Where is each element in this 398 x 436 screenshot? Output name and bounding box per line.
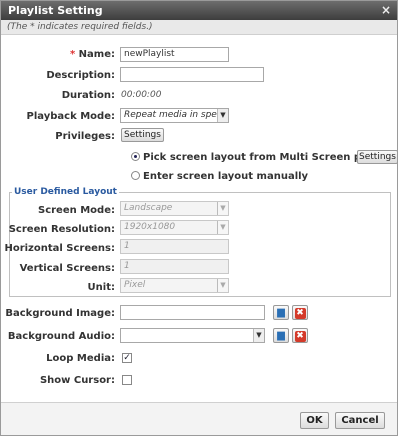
dialog-footer: OK Cancel xyxy=(1,402,397,435)
close-icon[interactable]: × xyxy=(381,3,391,17)
horizontal-screens-input: 1 xyxy=(120,239,229,254)
layout-option-multi[interactable]: Pick screen layout from Multi Screen pla… xyxy=(131,152,389,163)
loop-media-label: Loop Media: xyxy=(46,353,115,364)
show-cursor-label: Show Cursor: xyxy=(39,375,115,386)
name-input[interactable]: newPlaylist xyxy=(120,47,229,62)
delete-icon: ✖ xyxy=(294,331,306,342)
clear-image-button[interactable]: ✖ xyxy=(292,305,308,320)
screen-resolution-value: 1920x1080 xyxy=(124,222,176,232)
radio-multi-screen[interactable] xyxy=(131,152,140,161)
vertical-screens-input: 1 xyxy=(120,259,229,274)
screen-resolution-select: 1920x1080 ▼ xyxy=(120,220,229,235)
playback-mode-label: Playback Mode: xyxy=(26,111,115,122)
folder-icon: ▆ xyxy=(277,330,285,341)
show-cursor-checkbox[interactable] xyxy=(122,375,132,385)
unit-value: Pixel xyxy=(124,280,146,290)
privileges-settings-button[interactable]: Settings xyxy=(121,128,164,142)
chevron-down-icon: ▼ xyxy=(217,202,228,215)
chevron-down-icon[interactable]: ▼ xyxy=(217,109,228,122)
layout-option-manual[interactable]: Enter screen layout manually xyxy=(131,171,308,182)
dialog-title: Playlist Setting xyxy=(8,4,103,17)
playlist-setting-dialog: Playlist Setting × (The * indicates requ… xyxy=(0,0,398,436)
dialog-titlebar[interactable]: Playlist Setting × xyxy=(1,1,397,20)
description-input[interactable] xyxy=(120,67,264,82)
multi-screen-settings-button[interactable]: Settings xyxy=(357,150,398,164)
check-icon: ✓ xyxy=(123,353,131,363)
chevron-down-icon: ▼ xyxy=(217,221,228,234)
required-mark: * xyxy=(69,49,76,60)
privileges-label: Privileges: xyxy=(55,131,115,142)
name-label: * Name: xyxy=(70,49,115,60)
screen-mode-label: Screen Mode: xyxy=(38,205,115,216)
clear-audio-button[interactable]: ✖ xyxy=(292,328,308,343)
cancel-button[interactable]: Cancel xyxy=(335,412,385,429)
ok-button[interactable]: OK xyxy=(300,412,329,429)
description-label: Description: xyxy=(46,70,115,81)
name-label-text: Name: xyxy=(78,49,115,60)
screen-resolution-label: Screen Resolution: xyxy=(8,224,115,235)
background-audio-label: Background Audio: xyxy=(7,331,115,342)
layout-option-multi-label: Pick screen layout from Multi Screen pla… xyxy=(143,152,390,163)
playback-mode-value: Repeat media in speci xyxy=(124,110,225,120)
radio-manual-layout[interactable] xyxy=(131,171,140,180)
loop-media-checkbox[interactable]: ✓ xyxy=(122,353,132,363)
playback-mode-select[interactable]: Repeat media in speci ▼ xyxy=(120,108,229,123)
background-audio-select[interactable]: ▼ xyxy=(120,328,265,343)
chevron-down-icon: ▼ xyxy=(217,279,228,292)
browse-audio-button[interactable]: ▆ xyxy=(273,328,289,343)
chevron-down-icon[interactable]: ▼ xyxy=(253,329,264,342)
screen-mode-value: Landscape xyxy=(124,203,173,213)
delete-icon: ✖ xyxy=(294,308,306,319)
duration-value: 00:00:00 xyxy=(121,90,162,100)
unit-select: Pixel ▼ xyxy=(120,278,229,293)
background-image-label: Background Image: xyxy=(5,308,115,319)
layout-option-manual-label: Enter screen layout manually xyxy=(143,171,309,182)
folder-icon: ▆ xyxy=(277,307,285,318)
horizontal-screens-label: Horizontal Screens: xyxy=(4,243,115,254)
required-fields-note: (The * indicates required fields.) xyxy=(1,20,397,35)
browse-image-button[interactable]: ▆ xyxy=(273,305,289,320)
vertical-screens-label: Vertical Screens: xyxy=(19,263,115,274)
background-image-input[interactable] xyxy=(120,305,265,320)
duration-label: Duration: xyxy=(61,90,115,101)
screen-mode-select: Landscape ▼ xyxy=(120,201,229,216)
user-defined-layout-legend: User Defined Layout xyxy=(14,187,117,197)
unit-label: Unit: xyxy=(87,282,115,293)
